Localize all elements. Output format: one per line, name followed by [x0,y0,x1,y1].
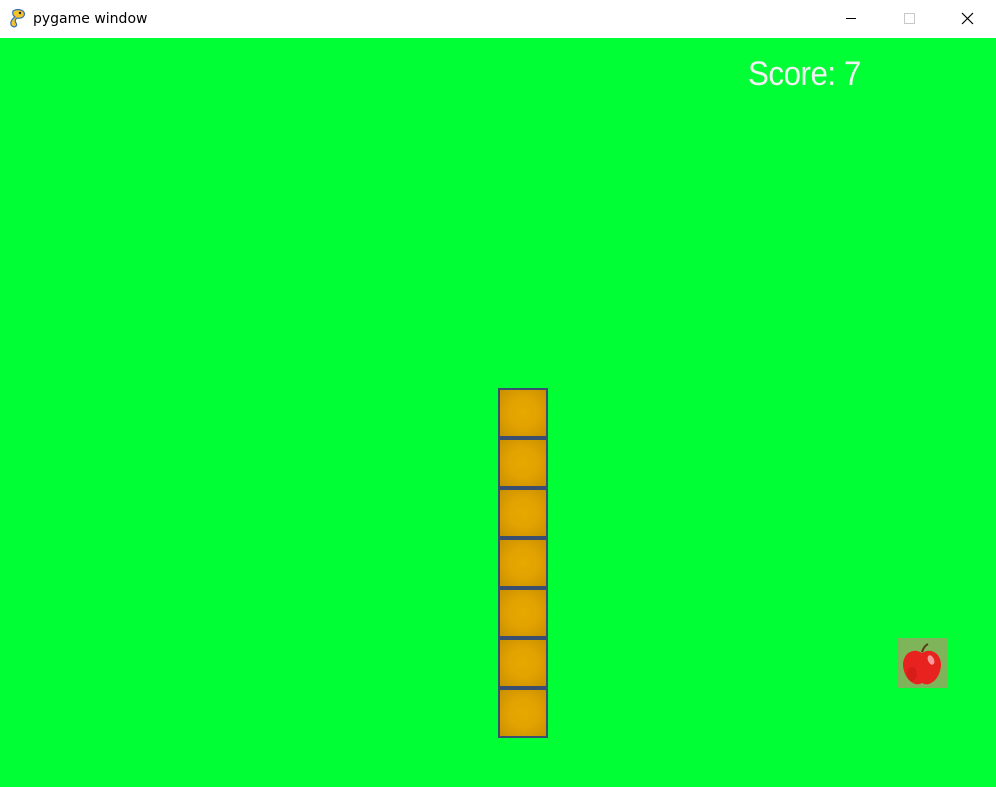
snake-segment [498,438,548,488]
maximize-icon [904,13,915,24]
snake-segment [498,688,548,738]
score-label: Score: 7 [748,55,861,93]
close-button[interactable] [944,0,990,38]
apple-icon [903,643,941,685]
snake-segment [498,388,548,438]
snake-segment [498,588,548,638]
minimize-button[interactable] [828,0,874,38]
pygame-snake-icon [9,8,27,28]
minimize-icon [846,18,856,19]
snake-segment [498,488,548,538]
snake-segment [498,538,548,588]
food-apple [897,638,947,688]
snake-segment [498,638,548,688]
game-canvas[interactable]: Score: 7 [0,38,996,787]
window-title: pygame window [33,11,148,27]
pygame-window: pygame window Score: 7 [0,0,996,787]
close-icon [961,12,974,25]
title-bar[interactable]: pygame window [0,0,996,38]
maximize-button[interactable] [886,0,932,38]
